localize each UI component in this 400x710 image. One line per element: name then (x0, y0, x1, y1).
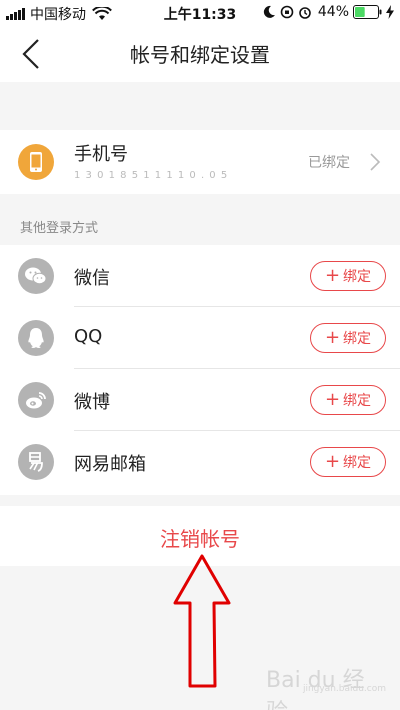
phone-binding-row[interactable]: 手机号 1 3 0 1 8 5 1 1 1 1 0 . 0 5 已绑定 (0, 130, 400, 194)
battery-icon (353, 5, 382, 19)
item-label-weibo: 微博 (74, 392, 110, 413)
plus-icon: + (324, 327, 341, 348)
plus-icon: + (324, 389, 341, 410)
list-item-wechat: 微信 + 绑定 (0, 245, 400, 307)
wechat-icon (18, 258, 54, 294)
list-item-weibo: 微博 + 绑定 (0, 369, 400, 431)
bind-button-label: 绑定 (343, 331, 372, 347)
list-item-qq: QQ + 绑定 (0, 307, 400, 369)
bind-button-label: 绑定 (343, 393, 372, 409)
item-label-netease-mail: 网易邮箱 (74, 454, 146, 475)
qq-icon (18, 320, 54, 356)
plus-icon: + (324, 265, 341, 286)
cancel-account-button[interactable]: 注销帐号 (0, 523, 400, 552)
bind-qq-button[interactable]: + 绑定 (310, 323, 386, 353)
bind-netease-mail-button[interactable]: + 绑定 (310, 447, 386, 477)
bind-weibo-button[interactable]: + 绑定 (310, 385, 386, 415)
bind-button-label: 绑定 (343, 455, 372, 471)
page-title: 帐号和绑定设置 (130, 43, 270, 67)
bind-button-label: 绑定 (343, 269, 372, 285)
phone-title: 手机号 (74, 144, 128, 165)
alarm-icon (299, 7, 311, 19)
battery-percent: 44% (317, 4, 349, 20)
watermark-sub: jingyan.baidu.com (302, 684, 386, 694)
nav-bar: 帐号和绑定设置 (0, 26, 400, 82)
plus-icon: + (324, 451, 341, 472)
moon-icon (263, 5, 275, 18)
baidu-jingyan-watermark: Bai du 经验 jingyan.baidu.com (266, 654, 386, 710)
netease-mail-icon (18, 444, 54, 480)
item-label-qq: QQ (74, 326, 103, 347)
annotation-arrow-icon (173, 554, 231, 688)
phone-icon (18, 144, 54, 180)
status-right: 44% (262, 4, 394, 20)
orientation-lock-icon (280, 5, 294, 19)
bind-wechat-button[interactable]: + 绑定 (310, 261, 386, 291)
item-label-wechat: 微信 (74, 268, 110, 289)
phone-bind-status: 已绑定 (308, 155, 350, 171)
phone-number: 1 3 0 1 8 5 1 1 1 1 0 . 0 5 (74, 170, 229, 181)
section-title-other-login: 其他登录方式 (20, 221, 99, 236)
list-item-netease-mail: 网易邮箱 + 绑定 (0, 431, 400, 493)
other-login-list: 微信 + 绑定 QQ + 绑定 微博 + 绑定 网易邮箱 + 绑定 (0, 245, 400, 495)
charging-bolt-icon (386, 5, 394, 19)
chevron-right-icon (370, 153, 381, 171)
status-bar: 中国移动 上午11:33 44% (0, 0, 400, 26)
weibo-icon (18, 382, 54, 418)
